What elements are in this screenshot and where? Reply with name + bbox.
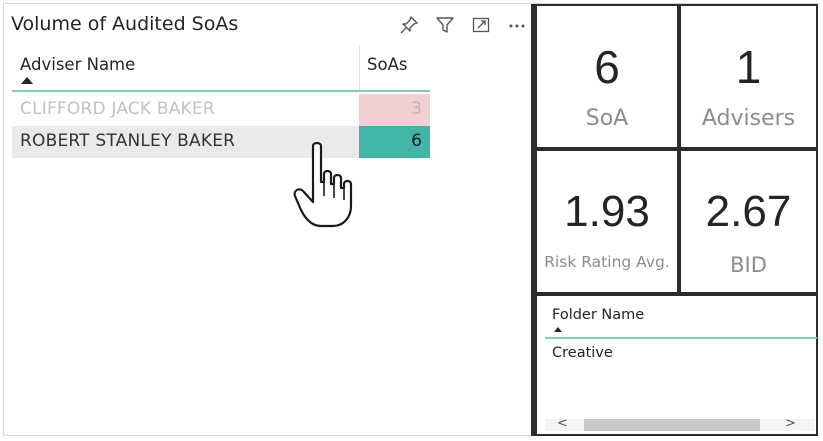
- column-header-adviser-name[interactable]: Adviser Name: [20, 55, 135, 74]
- bid-card[interactable]: 2.67 BID: [679, 149, 818, 294]
- sort-ascending-icon: [21, 77, 33, 84]
- kpi-label: BID: [730, 253, 767, 277]
- audited-soas-table-visual[interactable]: Volume of Audited SoAs Adviser Name SoAs…: [4, 4, 532, 436]
- kpi-label: Advisers: [701, 106, 796, 131]
- visual-header-toolbar: [398, 14, 528, 36]
- adviser-name-cell: ROBERT STANLEY BAKER: [20, 131, 236, 151]
- more-options-icon[interactable]: [506, 14, 528, 36]
- focus-mode-icon[interactable]: [470, 14, 492, 36]
- advisers-count-card[interactable]: 1 Advisers: [679, 4, 818, 149]
- scrollbar-thumb[interactable]: [584, 419, 760, 431]
- column-header-folder-name[interactable]: Folder Name: [552, 307, 644, 323]
- header-underline: [12, 90, 430, 92]
- kpi-value: 1.93: [564, 187, 650, 236]
- risk-rating-avg-card[interactable]: 1.93 Risk Rating Avg.: [535, 149, 679, 294]
- table-row[interactable]: CLIFFORD JACK BAKER 3: [12, 94, 430, 126]
- soas-value-cell: 6: [359, 126, 430, 158]
- list-item[interactable]: Creative: [552, 345, 613, 361]
- kpi-label: SoA: [585, 106, 629, 131]
- kpi-label: Risk Rating Avg.: [544, 253, 670, 271]
- column-divider: [359, 46, 360, 90]
- scroll-left-icon[interactable]: <: [557, 416, 568, 431]
- sort-ascending-icon: [554, 327, 562, 332]
- kpi-value: 2.67: [705, 187, 792, 236]
- kpi-value: 1: [735, 41, 762, 93]
- soa-count-card[interactable]: 6 SoA: [535, 4, 679, 149]
- header-underline: [545, 337, 817, 339]
- pin-icon[interactable]: [398, 14, 420, 36]
- scroll-right-icon[interactable]: >: [785, 416, 796, 431]
- adviser-name-cell: CLIFFORD JACK BAKER: [20, 99, 215, 119]
- hand-pointer-cursor-icon: [293, 141, 353, 228]
- kpi-value: 6: [594, 41, 620, 93]
- horizontal-scrollbar[interactable]: < >: [545, 416, 815, 433]
- visual-title: Volume of Audited SoAs: [11, 13, 239, 35]
- folder-name-table-visual[interactable]: Folder Name Creative < >: [535, 294, 818, 436]
- column-header-soas[interactable]: SoAs: [367, 55, 407, 74]
- soas-value-cell: 3: [359, 94, 430, 126]
- filter-icon[interactable]: [434, 14, 456, 36]
- table-row[interactable]: ROBERT STANLEY BAKER 6: [12, 126, 430, 158]
